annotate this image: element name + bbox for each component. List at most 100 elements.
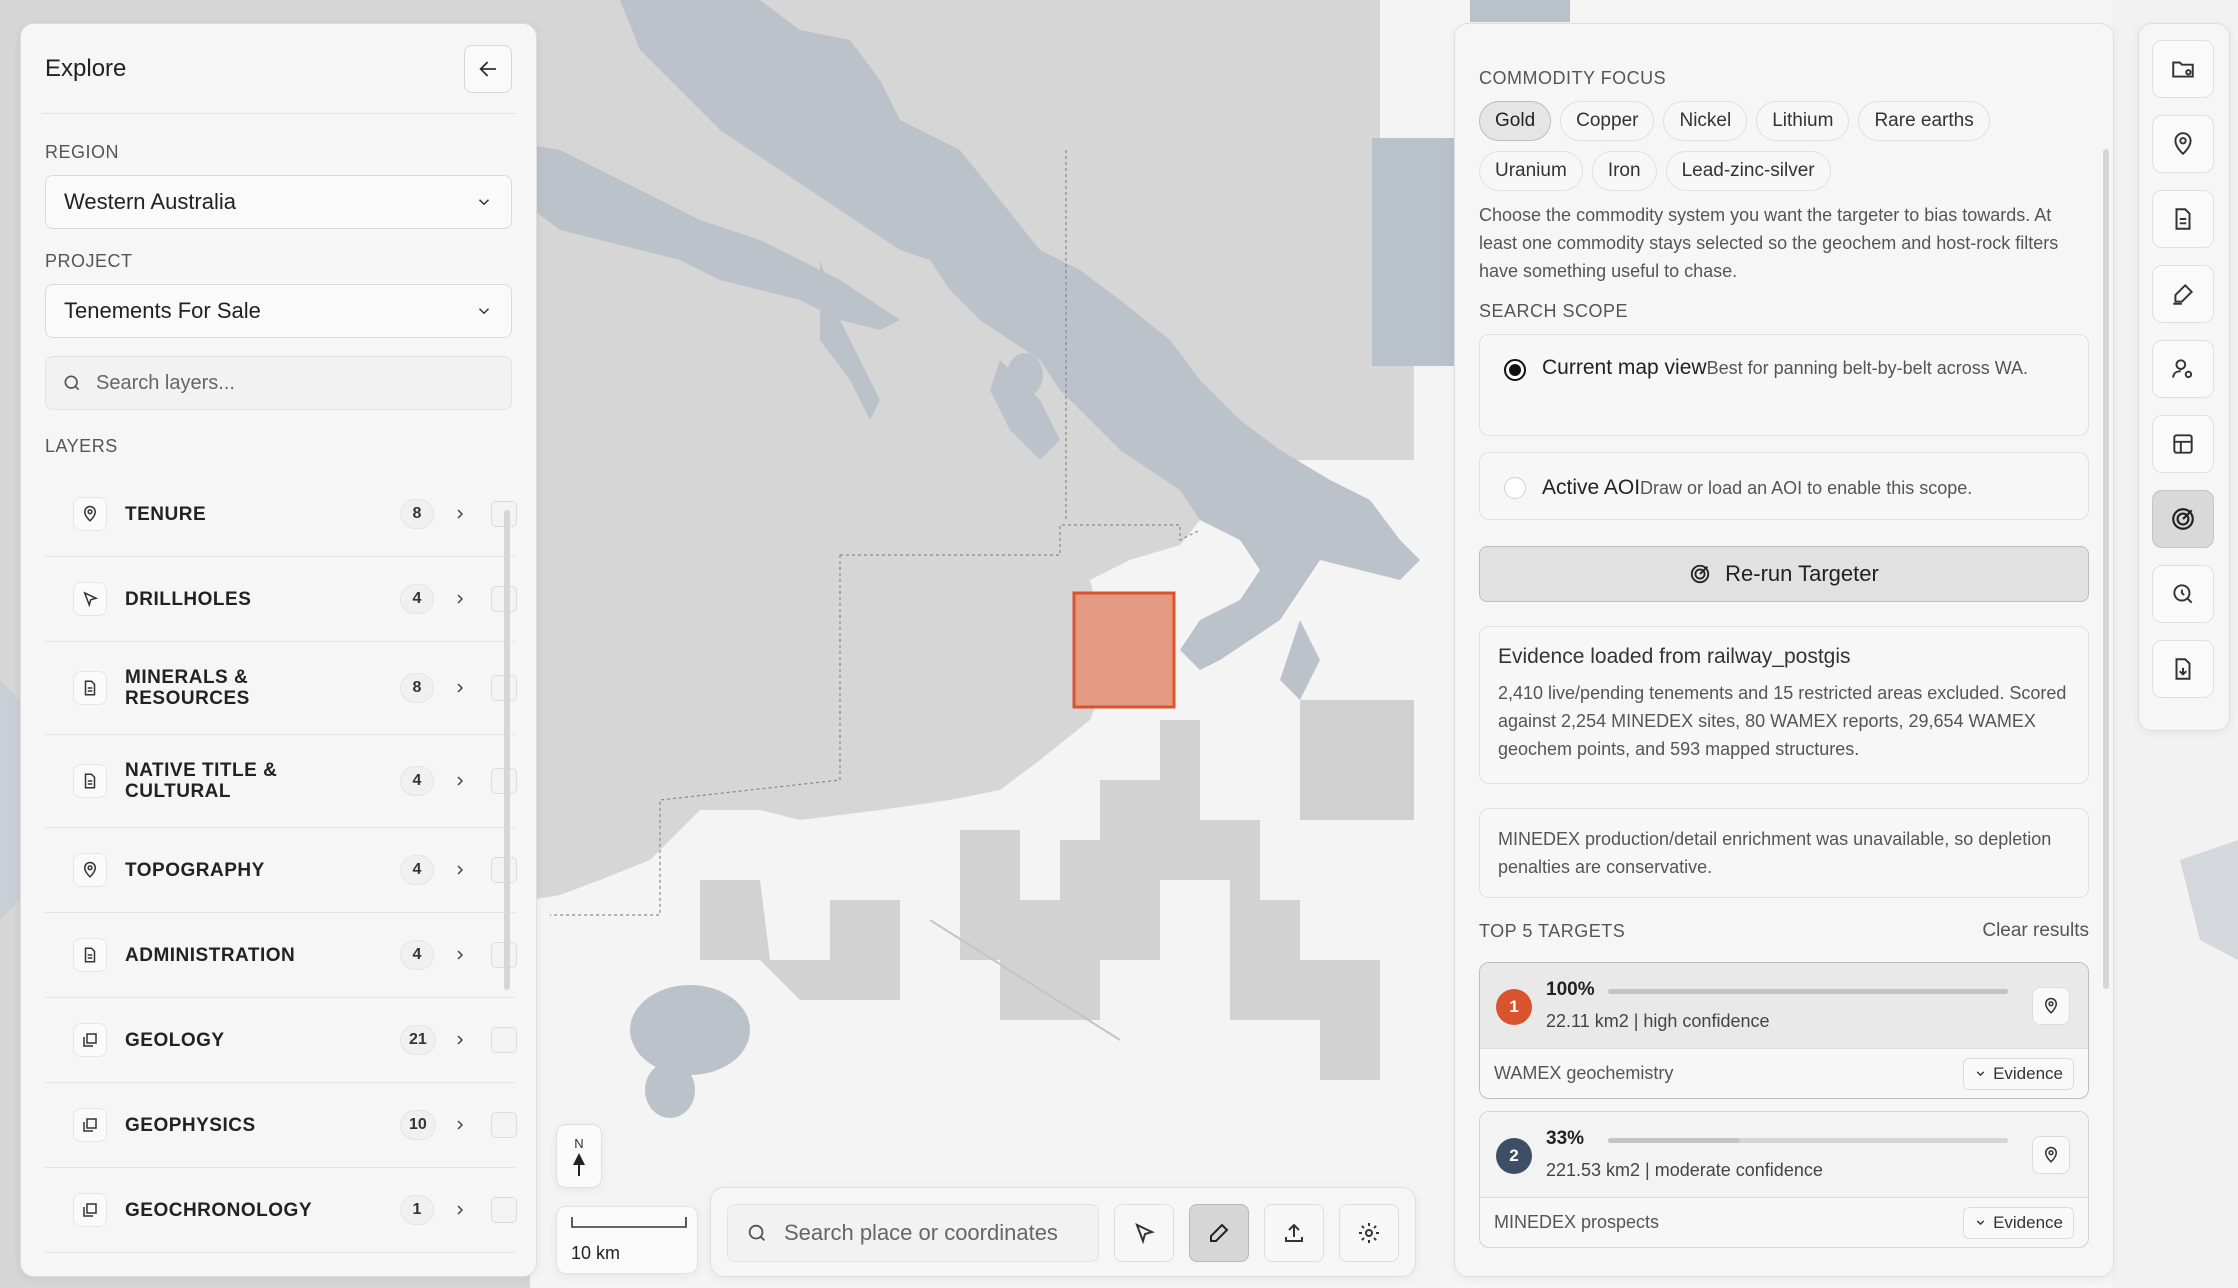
scope-title: Current map view xyxy=(1542,356,1707,379)
upload-button[interactable] xyxy=(1264,1204,1324,1262)
draw-button[interactable] xyxy=(2152,265,2214,323)
radio-current-view[interactable] xyxy=(1504,359,1526,381)
chevron-right-icon[interactable] xyxy=(452,1032,468,1048)
export-button[interactable] xyxy=(2152,640,2214,698)
arrow-left-icon xyxy=(479,61,497,76)
chevron-down-icon xyxy=(1976,1071,1985,1077)
collapse-button[interactable] xyxy=(464,44,512,93)
chip-nickel[interactable]: Nickel xyxy=(1663,101,1748,141)
layer-row-tenure[interactable]: TENURE 8 xyxy=(45,472,517,557)
layer-row-geology[interactable]: GEOLOGY 21 xyxy=(45,998,517,1083)
reports-button[interactable] xyxy=(2152,190,2214,248)
layer-search-placeholder: Search layers... xyxy=(96,371,235,394)
layer-row-drillholes[interactable]: DRILLHOLES 4 xyxy=(45,557,517,642)
project-label: PROJECT xyxy=(45,251,133,271)
chip-lithium[interactable]: Lithium xyxy=(1756,101,1850,141)
region-label: REGION xyxy=(45,142,120,162)
target-highlight[interactable] xyxy=(1072,591,1176,709)
scope-option-active-aoi[interactable]: Active AOIDraw or load an AOI to enable … xyxy=(1479,452,2089,520)
locate-target-button[interactable] xyxy=(2032,987,2070,1025)
chevron-right-icon[interactable] xyxy=(452,591,468,607)
region-select[interactable]: Western Australia xyxy=(45,175,512,229)
table-icon xyxy=(2173,434,2193,454)
layer-row-geochronology[interactable]: GEOCHRONOLOGY 1 xyxy=(45,1168,517,1253)
project-select[interactable]: Tenements For Sale xyxy=(45,284,512,338)
layer-name: GEOPHYSICS xyxy=(125,1114,256,1136)
tenement-dark xyxy=(1372,138,1454,366)
evidence-toggle-button[interactable]: Evidence xyxy=(1963,1057,2074,1090)
draw-tool-button[interactable] xyxy=(1189,1204,1249,1262)
layer-row-geophysics[interactable]: GEOPHYSICS 10 xyxy=(45,1083,517,1168)
score-bar-fill xyxy=(1608,1138,1740,1143)
layer-row-topography[interactable]: TOPOGRAPHY 4 xyxy=(45,828,517,913)
score-bar xyxy=(1608,989,2008,994)
chip-iron[interactable]: Iron xyxy=(1591,151,1657,191)
rank-badge: 1 xyxy=(1496,989,1532,1025)
chevron-right-icon[interactable] xyxy=(452,1117,468,1133)
layer-list: TENURE 8 DRILLHOLES 4 MINERALS & RESOURC… xyxy=(45,472,517,1253)
target-score: 100% xyxy=(1546,979,1595,1000)
target-card-2[interactable]: 2 33% 221.53 km2 | moderate confidence M… xyxy=(1479,1111,2089,1248)
search-history-button[interactable] xyxy=(2152,565,2214,623)
commodity-focus-label: COMMODITY FOCUS xyxy=(1479,68,1667,88)
document-icon xyxy=(2175,208,2191,230)
project-files-button[interactable] xyxy=(2152,40,2214,98)
rerun-targeter-button[interactable]: Re-run Targeter xyxy=(1479,546,2089,602)
target-source: WAMEX geochemistry xyxy=(1494,1063,1674,1083)
chevron-right-icon[interactable] xyxy=(452,773,468,789)
layer-count: 4 xyxy=(400,940,434,970)
chip-rare-earths[interactable]: Rare earths xyxy=(1858,101,1990,141)
layer-checkbox[interactable] xyxy=(491,1027,517,1053)
chevron-right-icon[interactable] xyxy=(452,506,468,522)
top-targets-label: TOP 5 TARGETS xyxy=(1479,920,1626,941)
target-icon xyxy=(2172,508,2194,530)
chevron-right-icon[interactable] xyxy=(452,947,468,963)
north-arrow: N xyxy=(556,1124,602,1188)
select-tool-button[interactable] xyxy=(1114,1204,1174,1262)
targets-header: TOP 5 TARGETS Clear results xyxy=(1479,920,2089,942)
users-button[interactable] xyxy=(2152,340,2214,398)
chip-uranium[interactable]: Uranium xyxy=(1479,151,1583,191)
north-arrow-icon xyxy=(573,1152,585,1176)
scope-option-current-view[interactable]: Current map viewBest for panning belt-by… xyxy=(1479,334,2089,436)
targeter-button[interactable] xyxy=(2152,490,2214,548)
rerun-label: Re-run Targeter xyxy=(1725,561,1879,586)
layer-row-administration[interactable]: ADMINISTRATION 4 xyxy=(45,913,517,998)
chip-gold[interactable]: Gold xyxy=(1479,101,1552,141)
target-card-1[interactable]: 1 100% 22.11 km2 | high confidence WAMEX… xyxy=(1479,962,2089,1099)
layer-checkbox[interactable] xyxy=(491,1197,517,1223)
layer-checkbox[interactable] xyxy=(491,1112,517,1138)
layer-row-native-title[interactable]: NATIVE TITLE & CULTURAL 4 xyxy=(45,735,517,828)
chevron-right-icon[interactable] xyxy=(452,862,468,878)
layer-name: NATIVE TITLE & CULTURAL xyxy=(125,760,278,802)
location-pin-icon xyxy=(2044,1146,2058,1163)
targeter-panel: COMMODITY FOCUS Gold Copper Nickel Lithi… xyxy=(1454,23,2114,1277)
locations-button[interactable] xyxy=(2152,115,2214,173)
search-icon xyxy=(64,375,80,391)
gear-icon xyxy=(1359,1223,1379,1243)
enrichment-note: MINEDEX production/detail enrichment was… xyxy=(1479,808,2089,898)
layer-search-input[interactable]: Search layers... xyxy=(45,356,512,410)
locate-target-button[interactable] xyxy=(2032,1136,2070,1174)
layer-row-minerals[interactable]: MINERALS & RESOURCES 8 xyxy=(45,642,517,735)
target-detail: 221.53 km2 | moderate confidence xyxy=(1546,1160,1823,1180)
search-history-icon xyxy=(2173,584,2193,604)
layer-name: MINERALS & RESOURCES xyxy=(125,667,250,709)
place-search-input[interactable]: Search place or coordinates xyxy=(727,1204,1099,1262)
radio-active-aoi[interactable] xyxy=(1504,477,1526,499)
layer-scrollbar[interactable] xyxy=(504,510,510,990)
search-scope-label: SEARCH SCOPE xyxy=(1479,301,1629,321)
chevron-right-icon[interactable] xyxy=(452,680,468,696)
clear-results-link[interactable]: Clear results xyxy=(1982,920,2089,942)
panel-scrollbar[interactable] xyxy=(2103,149,2109,989)
evidence-toggle-button[interactable]: Evidence xyxy=(1963,1206,2074,1239)
cursor-icon xyxy=(73,582,107,616)
layer-count: 4 xyxy=(400,855,434,885)
table-button[interactable] xyxy=(2152,415,2214,473)
chevron-right-icon[interactable] xyxy=(452,1202,468,1218)
map-settings-button[interactable] xyxy=(1339,1204,1399,1262)
scope-desc: Draw or load an AOI to enable this scope… xyxy=(1640,478,1973,498)
scale-label: 10 km xyxy=(571,1243,621,1263)
chip-lead-zinc-silver[interactable]: Lead-zinc-silver xyxy=(1665,151,1831,191)
chip-copper[interactable]: Copper xyxy=(1560,101,1655,141)
